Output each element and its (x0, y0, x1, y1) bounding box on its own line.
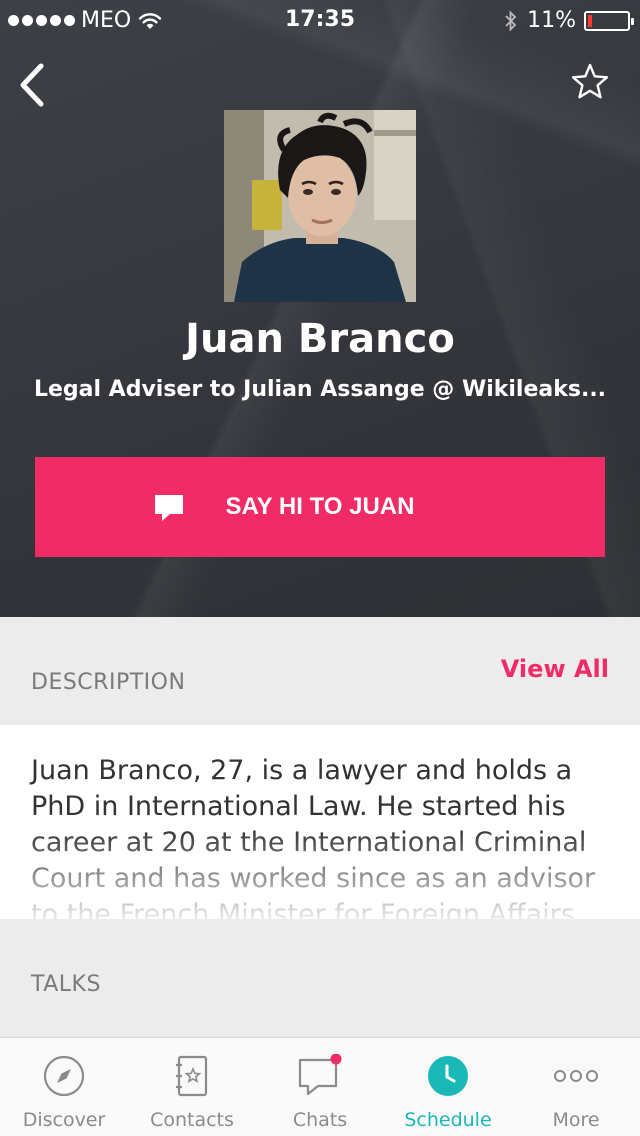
description-title: DESCRIPTION (31, 670, 186, 695)
more-dots-icon (554, 1070, 598, 1082)
tab-more[interactable]: More (512, 1038, 640, 1136)
status-bar: MEO 17:35 11% (0, 0, 640, 40)
battery-percent: 11% (527, 8, 576, 33)
tab-contacts-label: Contacts (150, 1109, 234, 1131)
description-body: Juan Branco, 27, is a lawyer and holds a… (0, 725, 640, 919)
chat-icon (298, 1054, 342, 1096)
tab-discover-label: Discover (22, 1109, 106, 1131)
clock-icon (428, 1056, 468, 1096)
avatar (224, 110, 416, 302)
favorite-button[interactable] (570, 62, 610, 102)
say-hi-button[interactable]: SAY HI TO JUAN (35, 457, 605, 557)
profile-role: Legal Adviser to Julian Assange @ Wikile… (33, 377, 607, 402)
view-all-link[interactable]: View All (501, 655, 609, 683)
profile-header: MEO 17:35 11% Juan Branco Legal Adviser … (0, 0, 640, 617)
tab-chats[interactable]: Chats (256, 1038, 384, 1136)
back-button[interactable] (14, 62, 54, 108)
chevron-left-icon (20, 63, 44, 107)
tab-schedule[interactable]: Schedule (384, 1038, 512, 1136)
star-outline-icon (571, 63, 609, 99)
profile-name: Juan Branco (185, 316, 455, 362)
compass-icon (43, 1055, 85, 1097)
profile-photo (224, 110, 416, 302)
status-bar-right: 11% (503, 8, 634, 33)
tab-chats-label: Chats (292, 1109, 348, 1131)
say-hi-label: SAY HI TO JUAN (225, 493, 415, 520)
address-book-icon (176, 1055, 208, 1097)
notification-dot (330, 1054, 342, 1065)
bluetooth-icon (505, 9, 517, 32)
description-fade (0, 829, 640, 919)
tab-schedule-label: Schedule (404, 1109, 492, 1131)
battery-icon (584, 10, 634, 31)
battery-fill (588, 14, 592, 27)
tab-bar: Discover Contacts Chats Schedule More (0, 1037, 640, 1136)
talks-title: TALKS (31, 972, 101, 997)
tab-discover[interactable]: Discover (0, 1038, 128, 1136)
tab-contacts[interactable]: Contacts (128, 1038, 256, 1136)
chat-bubble-icon (155, 495, 183, 521)
tab-more-label: More (552, 1109, 600, 1131)
